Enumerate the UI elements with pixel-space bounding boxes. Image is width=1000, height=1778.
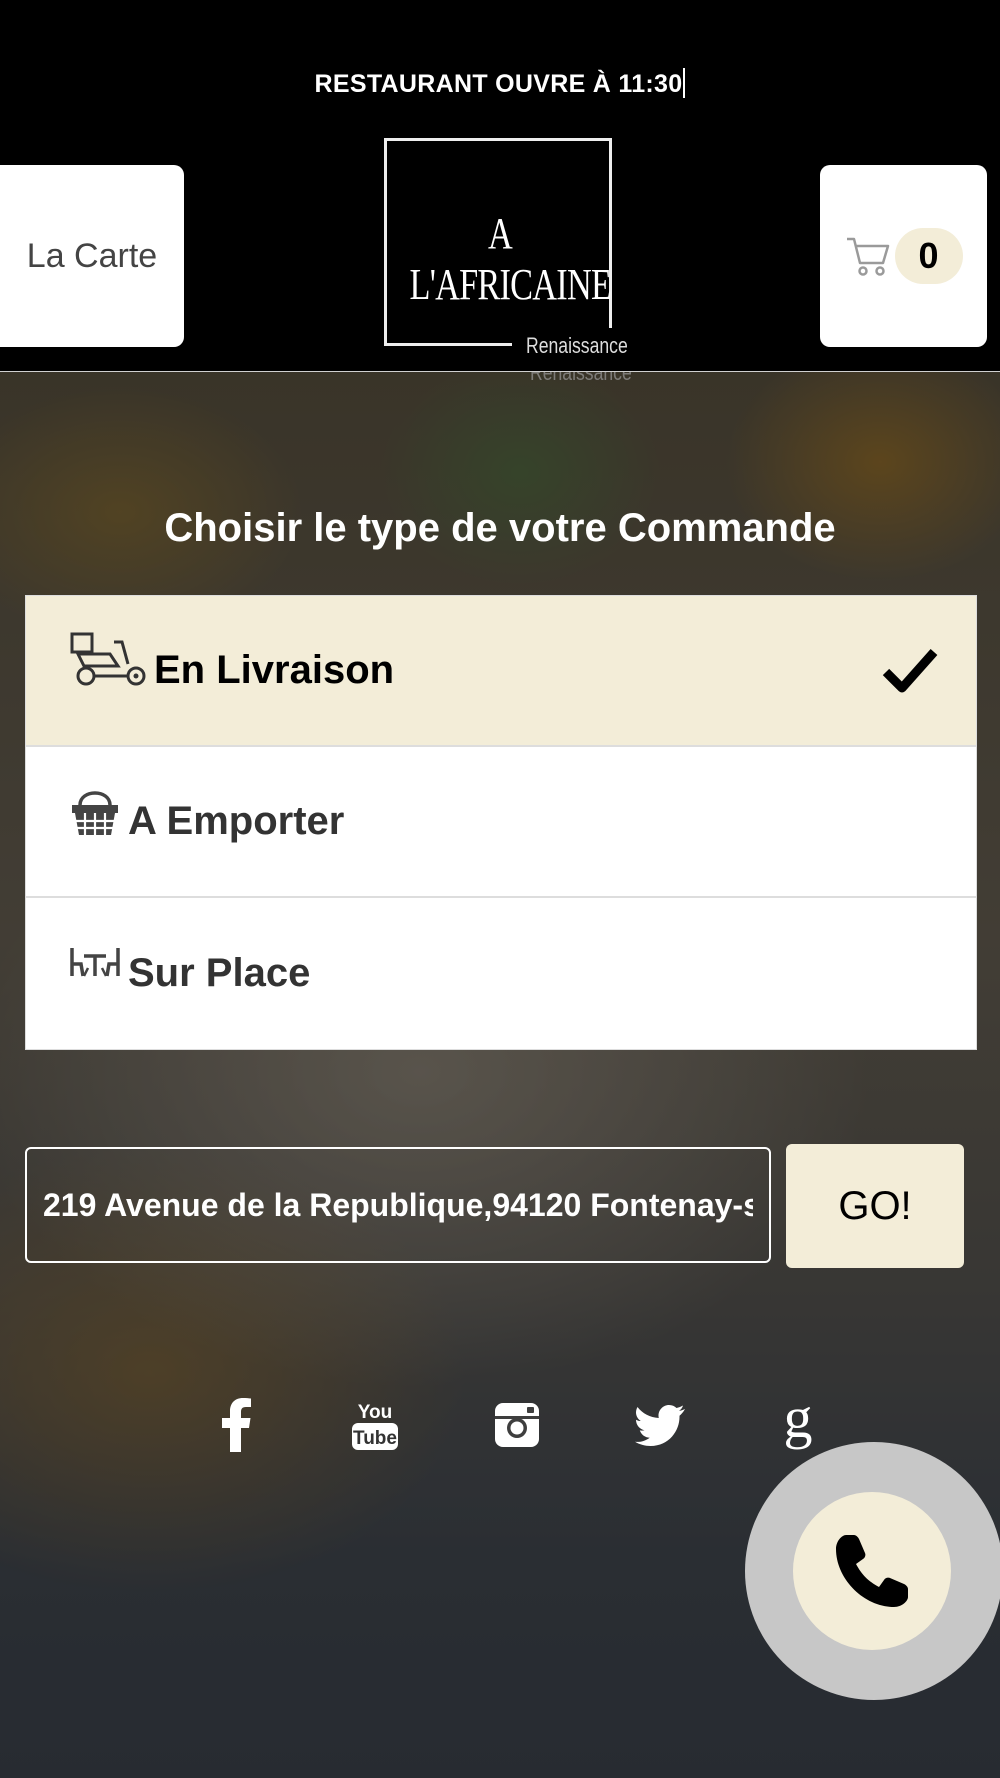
youtube-icon[interactable]: You Tube: [345, 1395, 405, 1455]
basket-icon: [72, 790, 118, 835]
table-chairs-icon: [70, 947, 120, 977]
cart-icon: [846, 237, 889, 276]
address-input[interactable]: [27, 1149, 769, 1261]
cart-button[interactable]: 0: [820, 165, 987, 347]
order-option-label: A Emporter: [128, 799, 345, 843]
call-button[interactable]: [745, 1442, 1000, 1700]
delivery-scooter-icon: [70, 632, 146, 685]
instagram-icon[interactable]: [487, 1395, 547, 1455]
checkmark-icon: [882, 648, 938, 692]
address-field: [25, 1147, 771, 1263]
menu-button[interactable]: La Carte: [0, 165, 184, 347]
go-button[interactable]: GO!: [786, 1144, 964, 1268]
order-option-delivery[interactable]: En Livraison: [26, 596, 976, 747]
order-option-takeaway[interactable]: A Emporter: [26, 747, 976, 898]
logo-subtitle: Renaissance: [526, 333, 628, 358]
text-cursor: [683, 68, 686, 98]
svg-text:Tube: Tube: [353, 1428, 397, 1449]
google-icon[interactable]: g: [768, 1389, 828, 1455]
order-type-title: Choisir le type de votre Commande: [164, 506, 836, 550]
order-option-label: Sur Place: [128, 951, 311, 995]
header: RESTAURANT OUVRE À 11:30 La Carte A L'AF…: [0, 0, 1000, 372]
opening-notice: RESTAURANT OUVRE À 11:30: [0, 68, 1000, 99]
twitter-icon[interactable]: [630, 1395, 690, 1455]
opening-notice-text: RESTAURANT OUVRE À 11:30: [314, 70, 683, 98]
order-option-dine-in[interactable]: Sur Place: [26, 898, 976, 1049]
phone-icon: [836, 1535, 908, 1607]
svg-text:You: You: [358, 1402, 392, 1423]
logo: A L'AFRICAINE Renaissance: [384, 138, 628, 358]
call-button-inner: [793, 1492, 951, 1650]
cart-count-badge: 0: [894, 228, 963, 284]
logo-name: A L'AFRICAINE: [409, 209, 612, 309]
order-option-label: En Livraison: [154, 648, 395, 692]
facebook-icon[interactable]: [206, 1395, 266, 1455]
order-type-list: En Livraison A Emporter Sur Place: [25, 595, 977, 1050]
